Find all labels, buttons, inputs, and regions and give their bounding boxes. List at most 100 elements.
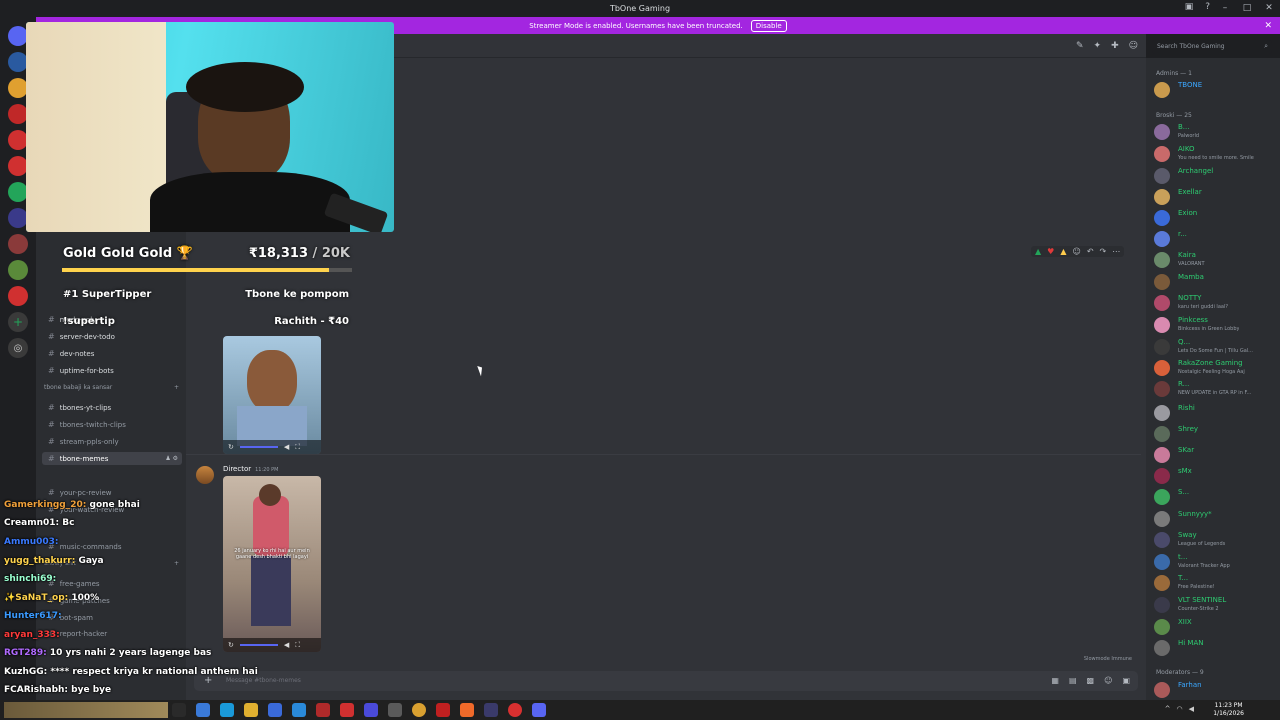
emoji-icon[interactable]: ☺ xyxy=(1104,676,1112,685)
app-icon[interactable] xyxy=(388,703,402,717)
member-item[interactable]: NOTTY karu teri guddi laal? xyxy=(1154,293,1278,313)
replay-icon[interactable]: ↻ xyxy=(228,443,234,451)
member-item[interactable]: R... NEW UPDATE in GTA RP in F... xyxy=(1154,379,1278,399)
brave-icon[interactable] xyxy=(460,703,474,717)
members-icon[interactable]: ☺ xyxy=(1129,41,1138,51)
fullscreen-icon[interactable]: ⛶ xyxy=(295,641,300,650)
video-progress[interactable] xyxy=(239,644,278,646)
add-reaction-icon[interactable]: ☺ xyxy=(1072,247,1080,256)
server-icon[interactable] xyxy=(8,130,28,150)
close-window-icon[interactable]: ✕ xyxy=(1258,0,1280,16)
member-item[interactable]: Q... Lets Do Some Fun | Tillu Gal... xyxy=(1154,337,1278,357)
server-icon[interactable] xyxy=(8,208,28,228)
taskview-icon[interactable] xyxy=(172,703,186,717)
reaction-icon[interactable]: ▲ xyxy=(1035,247,1041,256)
channel-item[interactable]: # tbones-yt-clips xyxy=(42,401,182,414)
channel-settings-icon[interactable]: ♟ ⚙ xyxy=(165,455,182,462)
member-item[interactable]: VLT SENTINEL Counter-Strike 2 xyxy=(1154,595,1278,615)
close-banner-icon[interactable]: ✕ xyxy=(1264,21,1272,31)
forward-icon[interactable]: ↷ xyxy=(1100,247,1107,256)
avatar[interactable] xyxy=(196,466,214,484)
member-item[interactable]: Pinkcess Binkcess in Green Lobby xyxy=(1154,315,1278,335)
search-input[interactable]: Search TbOne Gaming ⌕ xyxy=(1152,40,1272,54)
member-item[interactable]: Mamba xyxy=(1154,272,1278,292)
chrome-icon[interactable] xyxy=(412,703,426,717)
volume-tray-icon[interactable]: ◀ xyxy=(1189,705,1194,713)
gif-icon[interactable]: ▤ xyxy=(1069,676,1077,685)
channel-item[interactable]: # report-hacker xyxy=(42,627,182,640)
folder-icon[interactable] xyxy=(244,703,258,717)
video-attachment[interactable]: ↻ ◀ ⛶ xyxy=(223,336,321,454)
member-item[interactable]: RakaZone Gaming Nostalgic Feeling Hoga Aa… xyxy=(1154,358,1278,378)
member-item[interactable]: sMx xyxy=(1154,466,1278,486)
volume-icon[interactable]: ◀ xyxy=(284,443,289,451)
server-icon[interactable] xyxy=(8,26,28,46)
minimize-icon[interactable]: – xyxy=(1214,0,1236,16)
member-item[interactable]: T... Free Palestine! xyxy=(1154,573,1278,593)
channel-item[interactable]: # bot-spam xyxy=(42,611,182,624)
replay-icon[interactable]: ↻ xyxy=(228,641,234,649)
member-item[interactable]: Shrey xyxy=(1154,424,1278,444)
member-item[interactable]: TBONE xyxy=(1154,80,1278,100)
gift-icon[interactable]: ▦ xyxy=(1051,676,1059,685)
channel-item[interactable]: # stream-ppls-only xyxy=(42,435,182,448)
add-channel-icon[interactable]: + xyxy=(174,384,179,391)
member-item[interactable]: Rishi xyxy=(1154,403,1278,423)
server-icon[interactable] xyxy=(8,234,28,254)
channel-item[interactable]: # your-pc-review xyxy=(42,486,182,499)
channel-item[interactable]: # dev-notes xyxy=(42,347,182,360)
member-item[interactable]: XIIX xyxy=(1154,617,1278,637)
edge-icon[interactable] xyxy=(220,703,234,717)
server-icon[interactable] xyxy=(8,52,28,72)
discover-icon[interactable]: ◎ xyxy=(8,338,28,358)
server-icon[interactable] xyxy=(8,78,28,98)
taskbar-clock[interactable]: 11:23 PM 1/16/2026 xyxy=(1213,702,1244,718)
video-attachment[interactable]: 26 january ko rhi hai aur mein gaane des… xyxy=(223,476,321,652)
server-icon[interactable] xyxy=(8,260,28,280)
help-icon[interactable]: ? xyxy=(1205,2,1210,12)
member-item[interactable]: Exion xyxy=(1154,208,1278,228)
more-icon[interactable]: ⋯ xyxy=(1112,247,1120,256)
sticker-icon[interactable]: ▩ xyxy=(1087,676,1095,685)
server-icon[interactable] xyxy=(8,182,28,202)
store-icon[interactable] xyxy=(268,703,282,717)
apps-icon[interactable]: ▣ xyxy=(1122,676,1130,685)
message-input[interactable]: + Message #tbone-memes ▦ ▤ ▩ ☺ ▣ xyxy=(194,671,1138,691)
channel-item[interactable]: # tbone-memes ♟ ⚙ xyxy=(42,452,182,465)
fullscreen-icon[interactable]: ⛶ xyxy=(295,443,300,452)
threads-icon[interactable]: ✎ xyxy=(1076,41,1084,51)
channel-item[interactable]: # music-commands xyxy=(42,540,182,553)
thumbs-up-icon[interactable]: ▲ xyxy=(1060,247,1066,256)
channel-item[interactable]: # tbones-twitch-clips xyxy=(42,418,182,431)
app-icon[interactable] xyxy=(340,703,354,717)
app-icon[interactable] xyxy=(292,703,306,717)
taskbar-widget[interactable] xyxy=(4,702,168,718)
add-channel-icon[interactable]: + xyxy=(174,560,179,567)
channel-item[interactable]: # uptime-for-bots xyxy=(42,364,182,377)
app-icon[interactable] xyxy=(364,703,378,717)
app-icon[interactable] xyxy=(484,703,498,717)
app-icon[interactable] xyxy=(196,703,210,717)
server-icon[interactable] xyxy=(8,286,28,306)
member-item[interactable]: Archangel xyxy=(1154,166,1278,186)
heart-reaction-icon[interactable]: ♥ xyxy=(1047,247,1054,256)
member-item[interactable]: Exellar xyxy=(1154,187,1278,207)
wifi-icon[interactable]: ◠ xyxy=(1177,705,1183,713)
disable-button[interactable]: Disable xyxy=(750,19,787,32)
video-progress[interactable] xyxy=(239,446,278,448)
server-icon[interactable] xyxy=(8,156,28,176)
member-item[interactable]: SKar xyxy=(1154,445,1278,465)
maximize-icon[interactable]: □ xyxy=(1236,0,1258,16)
notification-icon[interactable]: ✦ xyxy=(1094,41,1102,51)
inbox-icon[interactable]: ▣ xyxy=(1185,2,1194,12)
channel-category[interactable]: tbone babaji ka sansar + xyxy=(44,384,179,391)
member-item[interactable]: AIKO You need to smile more. Smile xyxy=(1154,144,1278,164)
member-item[interactable]: r... xyxy=(1154,229,1278,249)
server-icon[interactable] xyxy=(8,104,28,124)
pin-icon[interactable]: ✚ xyxy=(1111,41,1119,51)
reply-icon[interactable]: ↶ xyxy=(1087,247,1094,256)
member-item[interactable]: Hi MAN xyxy=(1154,638,1278,658)
author-name[interactable]: Director xyxy=(223,465,251,473)
member-item[interactable]: B... Palworld xyxy=(1154,122,1278,142)
member-item[interactable]: Farhan xyxy=(1154,680,1278,700)
